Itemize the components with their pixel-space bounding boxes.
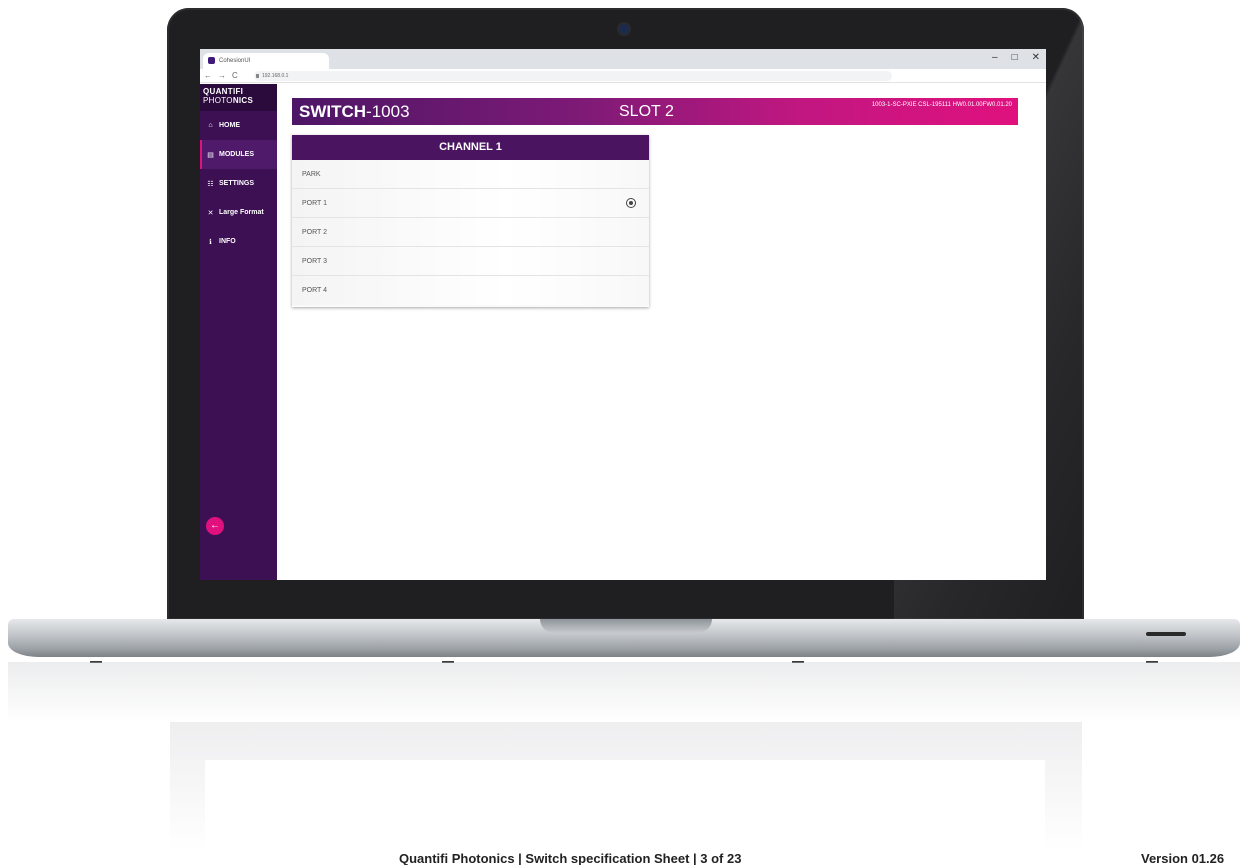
logo-line-1: QUANTIFI xyxy=(203,87,244,96)
url-input[interactable]: 192.168.0.1 xyxy=(254,71,892,81)
sidebar-item-label: SETTINGS xyxy=(219,180,255,187)
sidebar-item-label: MODULES xyxy=(219,151,254,158)
settings-icon: ☷ xyxy=(207,180,214,188)
window-controls: – □ ✕ xyxy=(992,52,1040,64)
port-label: PORT 2 xyxy=(302,229,328,236)
modules-icon: ▤ xyxy=(207,151,214,159)
port-option-park[interactable]: PARK xyxy=(292,160,649,189)
laptop-screen: CohesionUI – □ ✕ ← → C 192.168.0.1 QUANT… xyxy=(200,49,1046,580)
tab-title: CohesionUI xyxy=(219,58,251,64)
camera-icon xyxy=(619,24,629,34)
sidebar-item-large-format[interactable]: ✕ Large Format xyxy=(200,198,277,227)
channel-title: CHANNEL 1 xyxy=(292,135,649,160)
back-arrow-icon[interactable]: ← xyxy=(204,69,212,83)
port-option-port-2[interactable]: PORT 2 xyxy=(292,218,649,247)
close-button[interactable]: ✕ xyxy=(1032,52,1040,64)
browser-tab[interactable]: CohesionUI xyxy=(203,53,329,69)
favicon-icon xyxy=(208,57,215,64)
screen-reflection-inner xyxy=(205,760,1045,860)
logo-line-2: PHOTONICS xyxy=(203,96,254,105)
sidebar-item-info[interactable]: ℹ INFO xyxy=(200,227,277,256)
port-option-port-3[interactable]: PORT 3 xyxy=(292,247,649,276)
module-info: 1003-1-SC-PXIE CSL-195111 HW0.01.00FW0.0… xyxy=(871,102,1012,108)
port-label: PORT 4 xyxy=(302,287,328,294)
large-format-icon: ✕ xyxy=(207,209,214,217)
module-name: SWITCH-1003 xyxy=(299,102,410,121)
footer-version: Version 01.26 xyxy=(1141,851,1225,865)
home-icon: ⌂ xyxy=(208,122,213,129)
channel-card: CHANNEL 1 PARK PORT 1 PORT 2 PORT 3 PORT… xyxy=(292,135,649,307)
laptop-base xyxy=(8,619,1240,663)
port-option-port-1[interactable]: PORT 1 xyxy=(292,189,649,218)
lock-icon xyxy=(256,74,259,78)
cohesion-app: QUANTIFI PHOTONICS ⌂ HOME ▤ MODULES ☷ SE… xyxy=(200,84,1046,580)
module-header: SWITCH-1003 SLOT 2 1003-1-SC-PXIE CSL-19… xyxy=(292,98,1018,125)
sidebar: QUANTIFI PHOTONICS ⌂ HOME ▤ MODULES ☷ SE… xyxy=(200,84,277,580)
base-reflection xyxy=(8,662,1240,722)
port-option-port-4[interactable]: PORT 4 xyxy=(292,276,649,305)
port-label: PARK xyxy=(302,171,321,178)
address-bar: ← → C 192.168.0.1 xyxy=(200,69,1046,83)
port-label: PORT 3 xyxy=(302,258,328,265)
port-label: PORT 1 xyxy=(302,200,328,207)
reload-icon[interactable]: C xyxy=(232,69,238,83)
back-button[interactable]: ← xyxy=(206,517,224,535)
usb-port-icon xyxy=(1146,632,1186,636)
sidebar-item-label: Large Format xyxy=(219,209,264,216)
sidebar-item-label: HOME xyxy=(219,122,240,129)
lid-notch xyxy=(540,619,712,633)
sidebar-item-modules[interactable]: ▤ MODULES xyxy=(200,140,277,169)
browser-tab-bar: CohesionUI – □ ✕ xyxy=(200,49,1046,69)
sidebar-item-label: INFO xyxy=(219,238,236,245)
slot-label: SLOT 2 xyxy=(619,103,674,120)
minimize-button[interactable]: – xyxy=(992,52,998,64)
sidebar-item-home[interactable]: ⌂ HOME xyxy=(200,111,277,140)
laptop-lid: CohesionUI – □ ✕ ← → C 192.168.0.1 QUANT… xyxy=(167,8,1084,620)
info-icon: ℹ xyxy=(209,238,212,246)
sidebar-item-settings[interactable]: ☷ SETTINGS xyxy=(200,169,277,198)
brand-logo: QUANTIFI PHOTONICS xyxy=(200,84,277,111)
footer-document-title: Quantifi Photonics | Switch specificatio… xyxy=(399,851,742,865)
maximize-button[interactable]: □ xyxy=(1012,52,1018,64)
url-text: 192.168.0.1 xyxy=(262,73,289,79)
forward-arrow-icon[interactable]: → xyxy=(218,69,226,83)
radio-selected-icon[interactable] xyxy=(626,198,636,208)
